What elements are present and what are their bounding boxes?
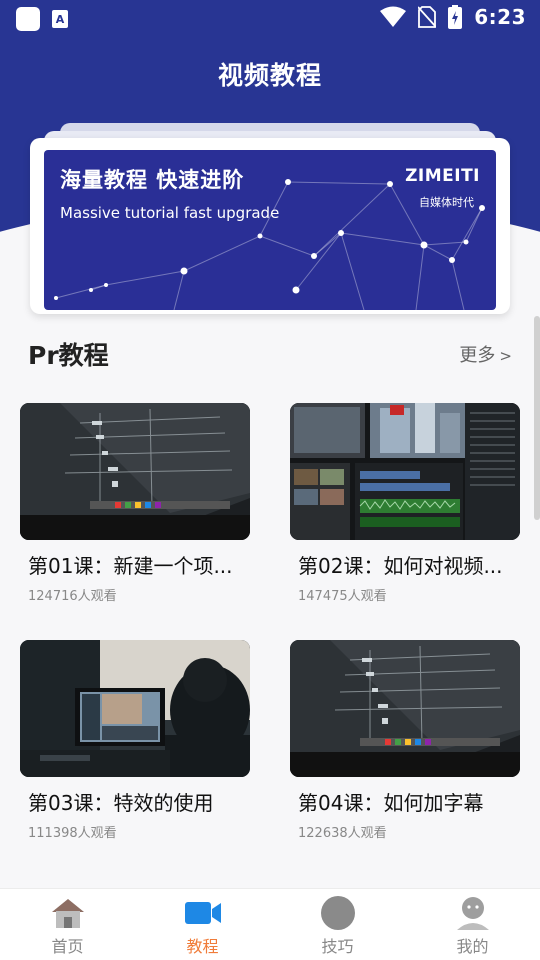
course-card-3[interactable]: 第03课：特效的使用 111398人观看 bbox=[20, 640, 250, 841]
page-title: 视频教程 bbox=[217, 61, 322, 90]
premiere-editor-image bbox=[290, 403, 520, 540]
course-thumbnail[interactable] bbox=[290, 403, 520, 540]
nav-label: 技巧 bbox=[321, 937, 354, 956]
home-icon bbox=[50, 895, 86, 931]
course-title[interactable]: 第01课：新建一个项... bbox=[28, 550, 250, 579]
status-bar: A 6:23 bbox=[0, 0, 540, 38]
nav-label: 我的 bbox=[456, 937, 489, 956]
laptop-editor-image bbox=[290, 640, 520, 777]
course-card-4[interactable]: 第04课：如何加字幕 122638人观看 bbox=[290, 640, 520, 841]
compass-icon bbox=[320, 895, 356, 931]
course-views: 147475人观看 bbox=[298, 589, 387, 604]
course-card-2[interactable]: 第02课：如何对视频... 147475人观看 bbox=[290, 403, 520, 604]
course-card-1[interactable]: 第01课：新建一个项... 124716人观看 bbox=[20, 403, 250, 604]
course-title[interactable]: 第04课：如何加字幕 bbox=[298, 787, 520, 816]
course-thumbnail[interactable] bbox=[20, 640, 250, 777]
more-label: 更多 bbox=[459, 345, 496, 366]
nav-item-profile[interactable]: 我的 bbox=[405, 889, 540, 960]
section-title: Pr教程 bbox=[28, 341, 109, 370]
course-thumbnail[interactable] bbox=[20, 403, 250, 540]
nav-label: 教程 bbox=[186, 937, 219, 956]
banner-image[interactable]: 海量教程 快速进阶 Massive tutorial fast upgrade … bbox=[44, 150, 496, 310]
battery-charging-icon bbox=[448, 5, 463, 29]
banner-brand: ZIMEITI bbox=[405, 166, 480, 186]
banner-headline: 海量教程 快速进阶 bbox=[60, 168, 245, 192]
scrollbar[interactable] bbox=[534, 316, 540, 520]
nav-item-tips[interactable]: 技巧 bbox=[270, 889, 405, 960]
screen: A 6:23 视频教程 海量教程 快速进阶 Massive tutorial f… bbox=[0, 0, 540, 960]
nav-item-tutorials[interactable]: 教程 bbox=[135, 889, 270, 960]
person-at-monitor-image bbox=[20, 640, 250, 777]
course-views: 124716人观看 bbox=[28, 589, 117, 604]
banner-brand-sub: 自媒体时代 bbox=[419, 196, 474, 209]
keyboard-a-icon: A bbox=[52, 10, 68, 28]
nav-item-home[interactable]: 首页 bbox=[0, 889, 135, 960]
course-views: 111398人观看 bbox=[28, 826, 117, 841]
video-camera-icon bbox=[184, 895, 221, 931]
notification-app-icon bbox=[16, 7, 40, 31]
nav-label: 首页 bbox=[51, 937, 84, 956]
more-button[interactable]: 更多 > bbox=[459, 341, 512, 367]
banner-subline: Massive tutorial fast upgrade bbox=[60, 204, 280, 222]
course-views: 122638人观看 bbox=[298, 826, 387, 841]
course-thumbnail[interactable] bbox=[290, 640, 520, 777]
chevron-right-icon: > bbox=[499, 347, 512, 365]
course-title[interactable]: 第02课：如何对视频... bbox=[298, 550, 520, 579]
no-sim-icon bbox=[418, 6, 437, 28]
wifi-icon bbox=[380, 6, 407, 27]
course-title[interactable]: 第03课：特效的使用 bbox=[28, 787, 250, 816]
bottom-nav: 首页 教程 技巧 我的 bbox=[0, 888, 540, 960]
laptop-editor-image bbox=[20, 403, 250, 540]
user-icon bbox=[455, 895, 491, 931]
status-time: 6:23 bbox=[474, 5, 526, 29]
